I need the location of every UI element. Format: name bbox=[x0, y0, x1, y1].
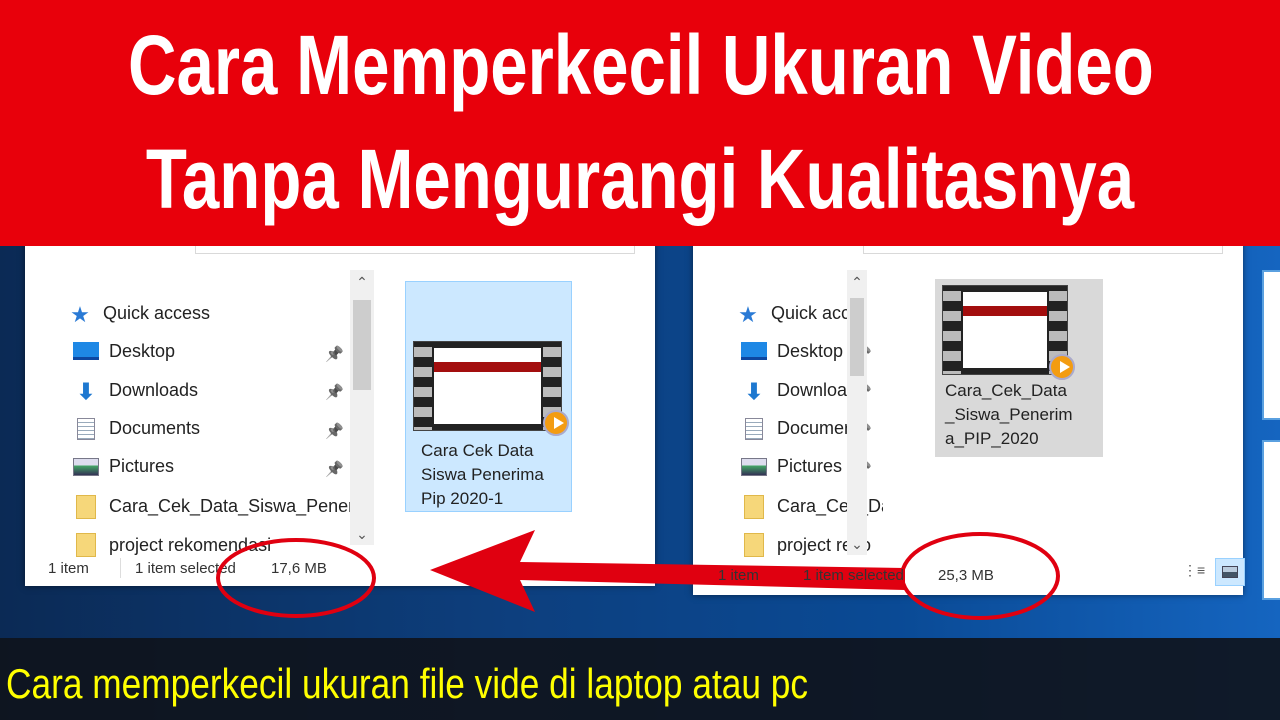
title-line-1: Cara Memperkecil Ukuran Video bbox=[128, 18, 1154, 112]
title-banner: Cara Memperkecil Ukuran Video Tanpa Meng… bbox=[0, 0, 1280, 246]
highlight-circle-left bbox=[216, 538, 376, 618]
caption-bar: Cara memperkecil ukuran file vide di lap… bbox=[0, 638, 1280, 720]
status-item-count: 1 item bbox=[718, 567, 759, 584]
caption-text: Cara memperkecil ukuran file vide di lap… bbox=[6, 660, 809, 707]
title-line-2: Tanpa Mengurangi Kualitasnya bbox=[145, 132, 1135, 226]
status-selected: 1 item selected bbox=[803, 567, 904, 584]
highlight-circle-right bbox=[900, 532, 1060, 620]
